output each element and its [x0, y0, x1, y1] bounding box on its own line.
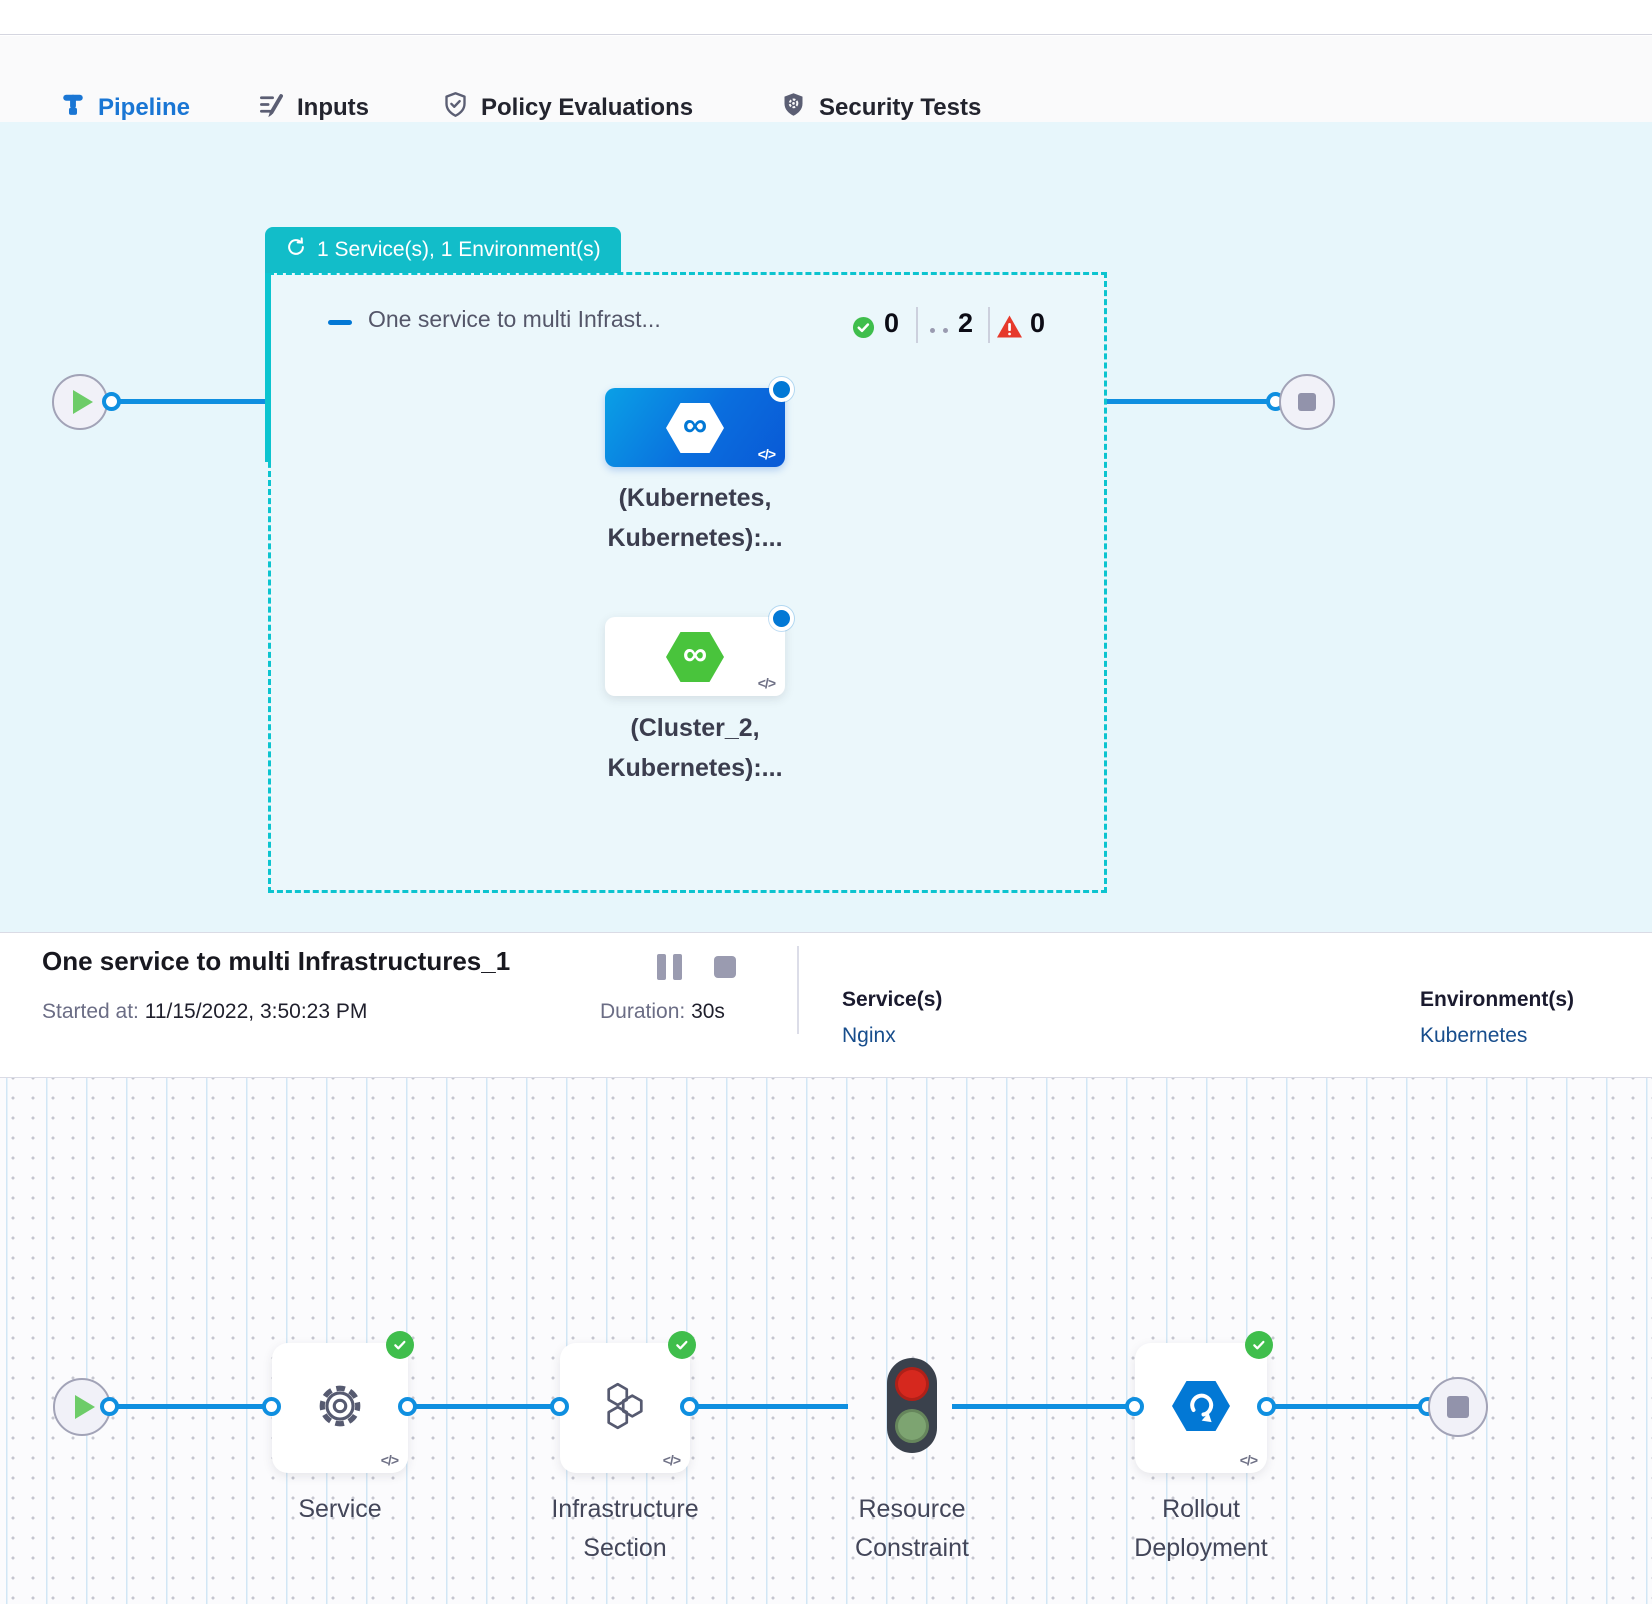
- node-expand-dot[interactable]: [769, 606, 794, 631]
- shield-gear-icon: [780, 91, 807, 125]
- group-title: One service to multi Infrast...: [368, 306, 661, 333]
- group-left-accent: [265, 272, 271, 462]
- start-node[interactable]: [52, 374, 108, 430]
- stage-edge: [952, 1404, 1135, 1409]
- connector-dot: [398, 1397, 417, 1416]
- running-count-icon: [943, 328, 948, 333]
- edge-group-to-end: [1107, 399, 1275, 404]
- pause-button[interactable]: [657, 954, 682, 980]
- gear-icon: [316, 1382, 364, 1435]
- code-badge: </>: [663, 1452, 680, 1468]
- tab-pipeline-label: Pipeline: [98, 94, 190, 122]
- stage-label-infrastructure: Infrastructure Section: [495, 1490, 755, 1568]
- stage-edge: [408, 1404, 560, 1409]
- tab-bar: Pipeline Inputs Policy Evaluations Secur…: [0, 36, 1652, 122]
- stop-icon: [1298, 393, 1316, 411]
- hexagons-icon: [598, 1380, 652, 1437]
- collapse-group-button[interactable]: [328, 320, 352, 325]
- stage-label-service: Service: [210, 1490, 470, 1529]
- play-icon: [75, 1395, 95, 1419]
- stage-end-node[interactable]: [1428, 1377, 1488, 1437]
- started-at: Started at: 11/15/2022, 3:50:23 PM: [42, 1000, 367, 1024]
- tab-policy-evaluations-label: Policy Evaluations: [481, 94, 693, 122]
- pipeline-icon: [60, 91, 86, 124]
- success-check-icon: [386, 1331, 414, 1359]
- stage-edge: [690, 1404, 848, 1409]
- loop-strategy-badge[interactable]: 1 Service(s), 1 Environment(s): [265, 227, 621, 273]
- count-divider: [988, 307, 990, 343]
- service-link-nginx[interactable]: Nginx: [842, 1024, 896, 1048]
- code-badge: </>: [758, 446, 775, 462]
- stop-icon: [1447, 1396, 1469, 1418]
- tab-security-tests[interactable]: Security Tests: [780, 91, 981, 125]
- end-node[interactable]: [1279, 374, 1335, 430]
- count-divider: [916, 307, 918, 343]
- success-check-icon: [1245, 1331, 1273, 1359]
- traffic-green-light: [895, 1409, 929, 1443]
- success-check-icon: [668, 1331, 696, 1359]
- connector-dot: [100, 1397, 119, 1416]
- status-divider: [797, 946, 799, 1034]
- loop-badge-label: 1 Service(s), 1 Environment(s): [317, 238, 601, 262]
- environment-link-kubernetes[interactable]: Kubernetes: [1420, 1024, 1527, 1048]
- tab-policy-evaluations[interactable]: Policy Evaluations: [442, 91, 693, 125]
- node-label-cluster2: (Cluster_2, Kubernetes):...: [575, 708, 815, 788]
- tab-inputs-label: Inputs: [297, 94, 369, 122]
- tab-pipeline[interactable]: Pipeline: [60, 91, 190, 124]
- stage-infrastructure-section[interactable]: </>: [560, 1343, 690, 1473]
- running-count-icon: [930, 328, 935, 333]
- success-count: 0: [884, 308, 899, 339]
- node-expand-dot[interactable]: [769, 377, 794, 402]
- environments-label: Environment(s): [1420, 988, 1574, 1012]
- code-badge: </>: [381, 1452, 398, 1468]
- connector-dot: [102, 392, 121, 411]
- stage-rollout-deployment[interactable]: </>: [1135, 1343, 1267, 1473]
- deployment-group-box[interactable]: [268, 272, 1107, 893]
- loop-icon: [285, 236, 307, 264]
- tab-security-tests-label: Security Tests: [819, 94, 981, 122]
- success-count-icon: [852, 316, 875, 344]
- execution-title: One service to multi Infrastructures_1: [42, 946, 510, 977]
- abort-button[interactable]: [714, 956, 736, 978]
- connector-dot: [1125, 1397, 1144, 1416]
- failed-count-icon: [996, 314, 1023, 344]
- connector-dot: [1257, 1397, 1276, 1416]
- service-hex-icon: ∞: [666, 632, 724, 682]
- pipeline-execution-page: Pipeline Inputs Policy Evaluations Secur…: [0, 0, 1652, 1604]
- running-count: 2: [958, 308, 973, 339]
- code-badge: </>: [758, 675, 775, 691]
- stage-label-resource-constraint: Resource Constraint: [782, 1490, 1042, 1568]
- stage-service[interactable]: </>: [272, 1343, 408, 1473]
- stage-label-rollout-deployment: Rollout Deployment: [1071, 1490, 1331, 1568]
- play-icon: [73, 390, 93, 414]
- duration: Duration: 30s: [600, 1000, 725, 1024]
- connector-dot: [262, 1397, 281, 1416]
- connector-dot: [550, 1397, 569, 1416]
- node-label-kubernetes: (Kubernetes, Kubernetes):...: [575, 478, 815, 558]
- top-strip: [0, 0, 1652, 35]
- code-badge: </>: [1240, 1452, 1257, 1468]
- traffic-light-icon[interactable]: [887, 1358, 937, 1453]
- connector-dot: [680, 1397, 699, 1416]
- edge-start-to-group: [111, 399, 268, 404]
- shield-check-icon: [442, 91, 469, 125]
- traffic-red-light: [895, 1367, 929, 1401]
- deploy-node-kubernetes[interactable]: ∞ </>: [605, 388, 785, 467]
- tab-inputs[interactable]: Inputs: [258, 91, 369, 125]
- stage-edge: [110, 1404, 272, 1409]
- deploy-node-cluster2[interactable]: ∞ </>: [605, 617, 785, 696]
- failed-count: 0: [1030, 308, 1045, 339]
- stage-edge: [1267, 1404, 1428, 1409]
- service-hex-icon: ∞: [666, 403, 724, 453]
- rollout-hex-icon: [1172, 1381, 1230, 1436]
- services-label: Service(s): [842, 988, 942, 1012]
- inputs-icon: [258, 91, 285, 125]
